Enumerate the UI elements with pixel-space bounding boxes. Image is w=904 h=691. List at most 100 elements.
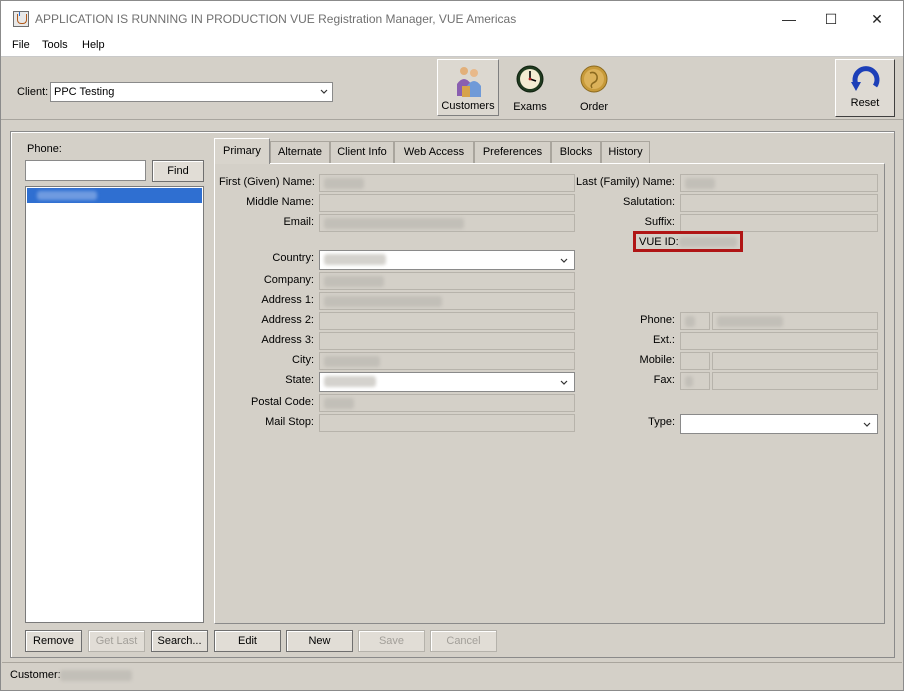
email-field[interactable] [319, 214, 575, 232]
phone-country-code-field[interactable] [680, 312, 710, 330]
fax-country-code-field[interactable] [680, 372, 710, 390]
tab-client-info[interactable]: Client Info [330, 141, 394, 163]
fax-number-field[interactable] [712, 372, 878, 390]
exams-button[interactable]: Exams [499, 59, 561, 116]
menu-bar: File Tools Help [1, 37, 903, 57]
address3-field[interactable] [319, 332, 575, 350]
address1-label: Address 1: [261, 294, 314, 306]
toolbar: Client: PPC Testing Customers Exams Orde… [1, 57, 903, 120]
tab-primary[interactable]: Primary [214, 138, 270, 164]
redacted-text [37, 191, 97, 200]
phone-number-field[interactable] [712, 312, 878, 330]
redacted-text [685, 376, 693, 387]
phone-search-label: Phone: [27, 143, 62, 155]
first-name-field[interactable] [319, 174, 575, 192]
last-name-field[interactable] [680, 174, 878, 192]
get-last-button[interactable]: Get Last [88, 630, 145, 652]
mobile-number-field[interactable] [712, 352, 878, 370]
customer-status-label: Customer: [10, 669, 61, 681]
phone-search-input[interactable] [25, 160, 146, 181]
salutation-label: Salutation: [623, 196, 675, 208]
redacted-text [324, 356, 380, 367]
address3-label: Address 3: [261, 334, 314, 346]
mobile-label: Mobile: [639, 354, 675, 366]
phone-label: Phone: [640, 314, 675, 326]
tab-alternate[interactable]: Alternate [270, 141, 330, 163]
suffix-label: Suffix: [644, 216, 675, 228]
redacted-text [685, 316, 695, 327]
suffix-field[interactable] [680, 214, 878, 232]
find-button[interactable]: Find [152, 160, 204, 182]
title-bar: APPLICATION IS RUNNING IN PRODUCTION VUE… [1, 1, 903, 37]
redacted-text [324, 376, 376, 387]
tab-history[interactable]: History [601, 141, 650, 163]
salutation-field[interactable] [680, 194, 878, 212]
first-name-label: First (Given) Name: [219, 176, 315, 188]
city-field[interactable] [319, 352, 575, 370]
redacted-text [324, 296, 442, 307]
menu-tools[interactable]: Tools [42, 39, 68, 51]
redacted-text [717, 316, 783, 327]
order-button-label: Order [579, 101, 609, 113]
customers-icon [457, 67, 481, 97]
exams-button-label: Exams [513, 101, 547, 113]
customer-list[interactable] [25, 186, 204, 623]
mobile-country-code-field[interactable] [680, 352, 710, 370]
customers-button[interactable]: Customers [437, 59, 499, 116]
address2-label: Address 2: [261, 314, 314, 326]
refresh-icon [851, 66, 880, 91]
middle-name-label: Middle Name: [246, 196, 314, 208]
customer-name-redacted [60, 670, 132, 681]
redacted-text [324, 398, 354, 409]
state-label: State: [285, 374, 314, 386]
ext-field[interactable] [680, 332, 878, 350]
chevron-down-icon [863, 422, 871, 427]
fax-label: Fax: [653, 374, 675, 386]
client-label: Client: [17, 86, 49, 98]
tab-blocks[interactable]: Blocks [551, 141, 601, 163]
redacted-text [685, 178, 715, 189]
redacted-text [324, 178, 364, 189]
customers-button-label: Customers [441, 100, 495, 112]
ext-label: Ext.: [652, 334, 675, 346]
city-label: City: [292, 354, 314, 366]
new-button[interactable]: New [286, 630, 353, 652]
edit-button[interactable]: Edit [214, 630, 281, 652]
company-field[interactable] [319, 272, 575, 290]
redacted-text [324, 218, 464, 229]
maximize-button[interactable]: ☐ [817, 7, 845, 31]
coin-icon [580, 65, 608, 93]
client-select-value: PPC Testing [54, 86, 115, 98]
mail-stop-label: Mail Stop: [265, 416, 314, 428]
menu-help[interactable]: Help [82, 39, 105, 51]
redacted-text [324, 276, 384, 287]
minimize-button[interactable]: — [775, 7, 803, 31]
company-label: Company: [263, 274, 314, 286]
state-select[interactable] [319, 372, 575, 392]
clock-icon [516, 65, 544, 93]
save-button[interactable]: Save [358, 630, 425, 652]
cancel-button[interactable]: Cancel [430, 630, 497, 652]
country-select[interactable] [319, 250, 575, 270]
middle-name-field[interactable] [319, 194, 575, 212]
type-label: Type: [648, 416, 675, 428]
postal-code-field[interactable] [319, 394, 575, 412]
mail-stop-field[interactable] [319, 414, 575, 432]
tab-web-access[interactable]: Web Access [394, 141, 474, 163]
search-button[interactable]: Search... [151, 630, 208, 652]
address2-field[interactable] [319, 312, 575, 330]
list-item-selected[interactable] [27, 188, 202, 203]
reset-button[interactable]: Reset [835, 59, 895, 117]
client-select[interactable]: PPC Testing [50, 82, 333, 102]
tab-preferences[interactable]: Preferences [474, 141, 551, 163]
close-button[interactable]: ✕ [863, 7, 891, 31]
chevron-down-icon [320, 89, 328, 94]
type-select[interactable] [680, 414, 878, 434]
reset-button-label: Reset [850, 97, 880, 109]
menu-file[interactable]: File [12, 39, 30, 51]
vue-id-highlight-box [633, 231, 743, 252]
redacted-text [324, 254, 386, 265]
address1-field[interactable] [319, 292, 575, 310]
order-button[interactable]: Order [563, 59, 625, 116]
remove-button[interactable]: Remove [25, 630, 82, 652]
